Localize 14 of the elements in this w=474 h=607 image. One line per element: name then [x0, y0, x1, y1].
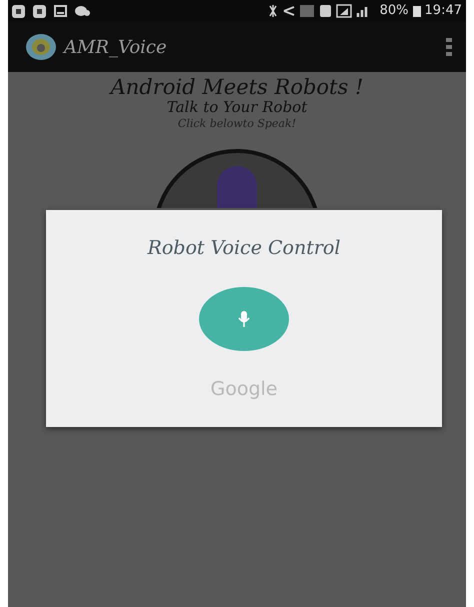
microphone-icon	[238, 310, 250, 326]
app-title: AMR_Voice	[64, 36, 167, 60]
app-logo-icon	[26, 34, 56, 60]
dialog-title: Robot Voice Control	[148, 236, 340, 261]
heading: Android Meets Robots !	[110, 76, 364, 100]
notification-icon	[33, 4, 46, 18]
battery-icon	[412, 5, 421, 17]
subheading: Talk to Your Robot	[166, 99, 308, 116]
image-icon	[54, 5, 67, 17]
battery-text: 80%	[380, 2, 409, 20]
overflow-menu-icon[interactable]	[446, 37, 452, 57]
notification-icon	[12, 4, 25, 18]
chat-icon	[75, 5, 90, 17]
clock-text: 19:47	[424, 2, 462, 20]
